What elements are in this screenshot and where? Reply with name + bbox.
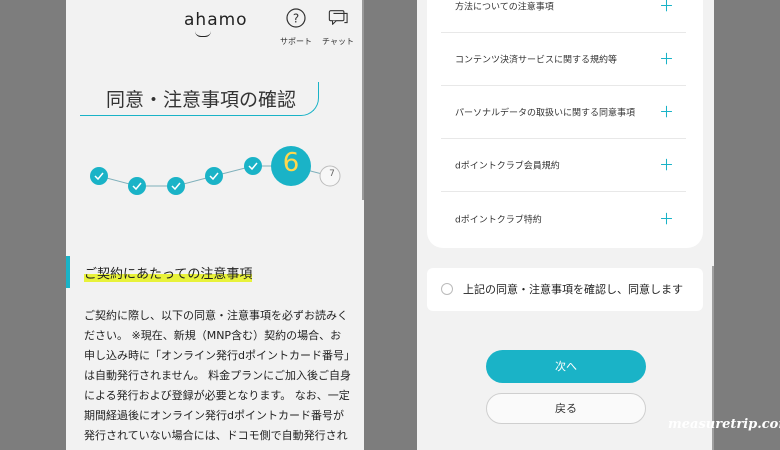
plus-icon[interactable]: ＋ [659,154,674,175]
agree-label: 上記の同意・注意事項を確認し、同意します [463,283,683,296]
support-button[interactable]: ? サポート [278,8,314,47]
chat-button[interactable]: チャット [320,8,356,47]
agree-radio[interactable] [441,283,453,295]
page-title-frame: 同意・注意事項の確認 [80,82,319,116]
terms-row[interactable]: コンテンツ決済サービスに関する規約等 ＋ [441,33,686,86]
ahamo-logo: ahamo [184,10,248,30]
right-screen: 方法についての注意事項 ＋ コンテンツ決済サービスに関する規約等 ＋ パーソナル… [417,0,714,450]
terms-row[interactable]: パーソナルデータの取扱いに関する同意事項 ＋ [441,86,686,139]
svg-text:?: ? [293,12,299,26]
step-2-done [128,177,146,195]
terms-row[interactable]: 方法についての注意事項 ＋ [441,0,686,33]
step-6-current [271,146,311,186]
section-accent-bar [66,256,70,288]
step-progress [90,146,341,195]
section-title: ご契約にあたっての注意事項 [84,263,253,282]
watermark: measuretrip.com [668,417,780,432]
step-3-done [167,177,185,195]
terms-label: コンテンツ決済サービスに関する規約等 [455,55,618,66]
left-scrollbar[interactable] [362,0,364,200]
support-label: サポート [280,37,312,46]
left-screen: ahamo ? サポート チャット 同意・注意事項の確認 6 7 ご契約にあたっ… [66,0,364,450]
back-button[interactable]: 戻る [486,393,646,424]
terms-label: 方法についての注意事項 [455,2,554,13]
page-title: 同意・注意事項の確認 [106,89,297,111]
step-1-done [90,167,108,185]
next-button[interactable]: 次へ [486,350,646,383]
terms-label: パーソナルデータの取扱いに関する同意事項 [455,108,636,119]
question-icon: ? [286,8,306,28]
section-body: ご契約に際し、以下の同意・注意事項を必ずお読みください。 ※現在、新規（MNP含… [84,309,351,450]
terms-label: dポイントクラブ特約 [455,215,542,225]
plus-icon[interactable]: ＋ [659,0,674,16]
chat-label: チャット [322,37,354,46]
plus-icon[interactable]: ＋ [659,48,674,69]
agree-checkbox-row[interactable]: 上記の同意・注意事項を確認し、同意します [427,268,703,311]
logo-smile [195,31,211,37]
terms-row[interactable]: dポイントクラブ会員規約 ＋ [441,139,686,192]
step-4-done [205,167,223,185]
terms-card: 方法についての注意事項 ＋ コンテンツ決済サービスに関する規約等 ＋ パーソナル… [427,0,703,248]
step-5-done [244,157,262,175]
terms-row[interactable]: dポイントクラブ特約 ＋ [441,192,686,245]
plus-icon[interactable]: ＋ [659,101,674,122]
step-7-upcoming [319,165,341,187]
terms-label: dポイントクラブ会員規約 [455,161,560,172]
chat-bubble-icon [328,10,348,25]
plus-icon[interactable]: ＋ [659,208,674,229]
